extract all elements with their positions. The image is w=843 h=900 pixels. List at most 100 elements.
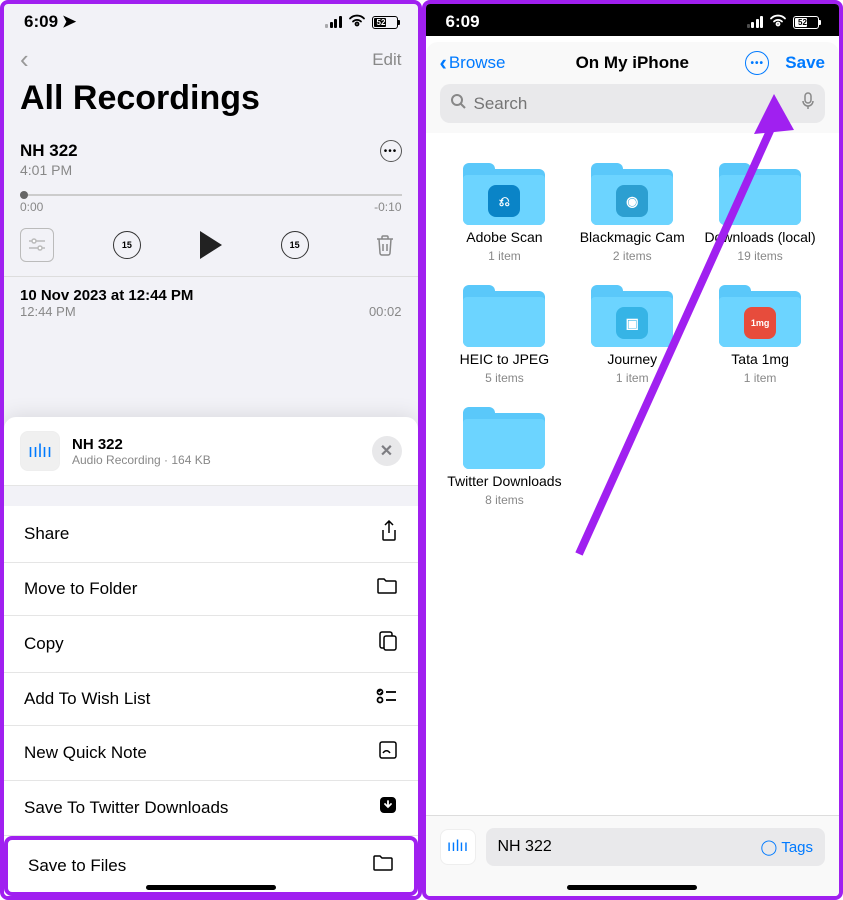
recording2-time: 12:44 PM bbox=[20, 304, 76, 319]
tags-button[interactable]: ◯ Tags bbox=[761, 838, 813, 856]
player-controls: 15 15 bbox=[4, 214, 418, 276]
folder-item[interactable]: Twitter Downloads 8 items bbox=[446, 405, 564, 507]
recording-name: NH 322 bbox=[20, 141, 78, 161]
location-icon: ➤ bbox=[62, 12, 76, 32]
folder-name: Adobe Scan bbox=[466, 229, 542, 245]
folder-item[interactable]: 1mg Tata 1mg 1 item bbox=[701, 283, 819, 385]
chevron-left-icon: ‹ bbox=[440, 50, 447, 76]
folder-meta: 2 items bbox=[613, 249, 652, 263]
folder-name: Blackmagic Cam bbox=[580, 229, 685, 245]
voice-memos-panel: 6:09 ➤ 52 ‹ Edit All Recordings NH 322 •… bbox=[0, 0, 422, 900]
wifi-icon bbox=[348, 12, 366, 32]
save-twitter-action[interactable]: Save To Twitter Downloads bbox=[4, 781, 418, 836]
tag-icon: ◯ bbox=[761, 838, 778, 856]
folder-item[interactable]: HEIC to JPEG 5 items bbox=[446, 283, 564, 385]
recording-item[interactable]: NH 322 ••• 4:01 PM bbox=[4, 130, 418, 186]
files-panel: 6:09 52 ‹ Browse On My iPhone ••• Sav bbox=[422, 0, 843, 900]
battery-icon: 52 bbox=[372, 16, 398, 29]
home-indicator bbox=[146, 885, 276, 890]
nav-bar: ‹ Edit bbox=[4, 36, 418, 79]
folder-meta: 19 items bbox=[737, 249, 782, 263]
folder-name: Twitter Downloads bbox=[447, 473, 561, 489]
folder-icon: ▣ bbox=[591, 283, 673, 347]
sheet-header: ıılıı NH 322 Audio Recording · 164 KB ✕ bbox=[4, 417, 418, 486]
sheet-title: NH 322 bbox=[72, 436, 360, 453]
sheet-subtitle: Audio Recording · 164 KB bbox=[72, 453, 360, 467]
status-bar: 6:09 52 bbox=[426, 4, 840, 36]
folder-item[interactable]: Downloads (local) 19 items bbox=[701, 161, 819, 263]
folder-item[interactable]: ⎌ Adobe Scan 1 item bbox=[446, 161, 564, 263]
folder-name: Downloads (local) bbox=[704, 229, 815, 245]
play-icon[interactable] bbox=[200, 231, 222, 259]
folder-icon bbox=[719, 161, 801, 225]
share-sheet: ıılıı NH 322 Audio Recording · 164 KB ✕ … bbox=[4, 417, 418, 896]
folder-item[interactable]: ◉ Blackmagic Cam 2 items bbox=[573, 161, 691, 263]
status-time: 6:09 bbox=[446, 12, 480, 32]
folder-name: Tata 1mg bbox=[731, 351, 789, 367]
scrub-start: 0:00 bbox=[20, 200, 43, 214]
files-header: ‹ Browse On My iPhone ••• Save bbox=[426, 42, 840, 133]
share-icon bbox=[380, 520, 398, 548]
note-icon bbox=[378, 740, 398, 766]
download-icon bbox=[378, 795, 398, 821]
share-action[interactable]: Share bbox=[4, 506, 418, 563]
recording2-title: 10 Nov 2023 at 12:44 PM bbox=[20, 287, 193, 304]
search-icon bbox=[450, 93, 466, 114]
audio-waveform-icon: ıılıı bbox=[440, 829, 476, 865]
folder-meta: 1 item bbox=[744, 371, 777, 385]
folder-meta: 1 item bbox=[616, 371, 649, 385]
more-icon[interactable]: ••• bbox=[745, 51, 769, 75]
skip-back-icon[interactable]: 15 bbox=[113, 231, 141, 259]
recording-item[interactable]: 10 Nov 2023 at 12:44 PM 12:44 PM 00:02 bbox=[4, 276, 418, 329]
filename-field[interactable]: NH 322 ◯ Tags bbox=[486, 828, 826, 866]
folder-meta: 1 item bbox=[488, 249, 521, 263]
quicknote-action[interactable]: New Quick Note bbox=[4, 726, 418, 781]
home-indicator bbox=[567, 885, 697, 890]
move-folder-action[interactable]: Move to Folder bbox=[4, 563, 418, 616]
search-input[interactable] bbox=[474, 94, 794, 114]
scrub-end: -0:10 bbox=[374, 200, 401, 214]
folder-meta: 5 items bbox=[485, 371, 524, 385]
folder-item[interactable]: ▣ Journey 1 item bbox=[573, 283, 691, 385]
folder-meta: 8 items bbox=[485, 493, 524, 507]
wifi-icon bbox=[769, 12, 787, 32]
folder-icon bbox=[376, 577, 398, 601]
page-title: All Recordings bbox=[4, 79, 418, 130]
folder-icon: 1mg bbox=[719, 283, 801, 347]
search-bar[interactable] bbox=[440, 84, 826, 123]
options-icon[interactable] bbox=[20, 228, 54, 262]
folder-icon: ◉ bbox=[591, 161, 673, 225]
skip-forward-icon[interactable]: 15 bbox=[281, 231, 309, 259]
status-time: 6:09 bbox=[24, 12, 58, 32]
recording-time: 4:01 PM bbox=[20, 162, 402, 178]
trash-icon[interactable] bbox=[368, 228, 402, 262]
microphone-icon[interactable] bbox=[801, 92, 815, 115]
cell-signal-icon bbox=[325, 16, 342, 28]
folder-icon bbox=[463, 283, 545, 347]
folder-name: Journey bbox=[607, 351, 657, 367]
filename-text: NH 322 bbox=[498, 838, 552, 856]
bottom-bar: ıılıı NH 322 ◯ Tags bbox=[426, 815, 840, 896]
status-bar: 6:09 ➤ 52 bbox=[4, 4, 418, 36]
wishlist-icon bbox=[376, 687, 398, 711]
cell-signal-icon bbox=[747, 16, 764, 28]
battery-icon: 52 bbox=[793, 16, 819, 29]
edit-button[interactable]: Edit bbox=[372, 50, 401, 70]
close-icon[interactable]: ✕ bbox=[372, 436, 402, 466]
browse-back-button[interactable]: ‹ Browse bbox=[440, 50, 506, 76]
files-location-title: On My iPhone bbox=[576, 53, 689, 73]
wishlist-action[interactable]: Add To Wish List bbox=[4, 673, 418, 726]
more-icon[interactable]: ••• bbox=[380, 140, 402, 162]
copy-icon bbox=[378, 630, 398, 658]
folder-name: HEIC to JPEG bbox=[460, 351, 549, 367]
audio-waveform-icon: ıılıı bbox=[20, 431, 60, 471]
save-button[interactable]: Save bbox=[785, 53, 825, 73]
scrubber[interactable]: 0:00 -0:10 bbox=[4, 186, 418, 214]
back-chevron-icon[interactable]: ‹ bbox=[20, 44, 29, 75]
folder-grid: ⎌ Adobe Scan 1 item ◉ Blackmagic Cam 2 i… bbox=[426, 133, 840, 535]
folder-icon bbox=[372, 854, 394, 878]
folder-icon bbox=[463, 405, 545, 469]
folder-icon: ⎌ bbox=[463, 161, 545, 225]
copy-action[interactable]: Copy bbox=[4, 616, 418, 673]
recording2-duration: 00:02 bbox=[369, 304, 402, 319]
